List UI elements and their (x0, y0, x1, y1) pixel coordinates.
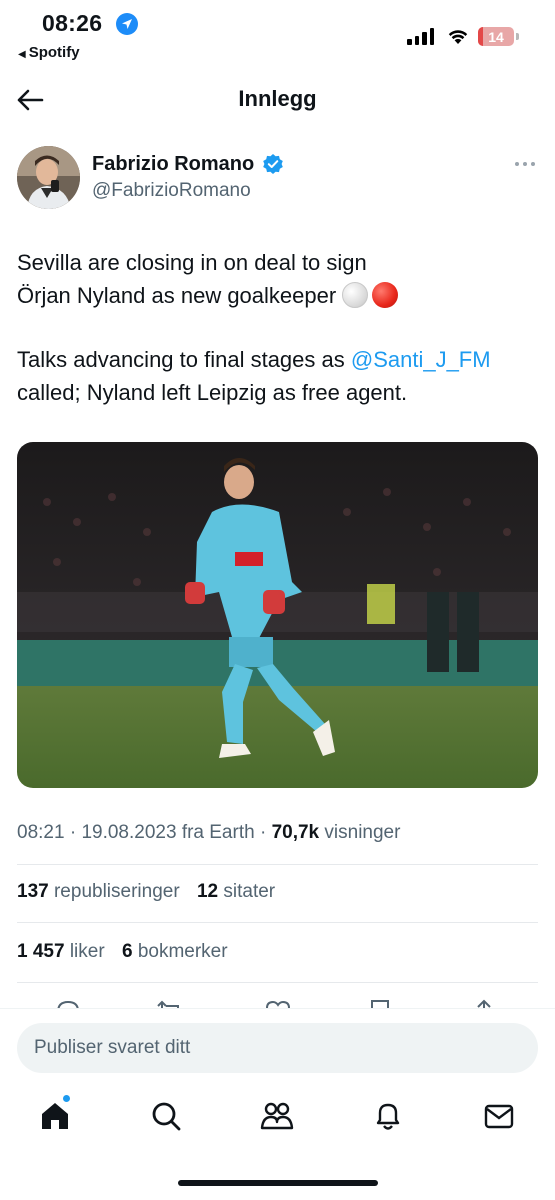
goalkeeper-photo (17, 442, 538, 788)
tab-notifications[interactable] (370, 1098, 406, 1134)
bookmarks-label: bokmerker (137, 941, 228, 962)
wifi-icon (446, 27, 470, 50)
battery-fill (478, 27, 484, 46)
reposts-count: 137 (17, 881, 49, 902)
tab-communities[interactable] (259, 1098, 295, 1134)
tweet-paragraph-2: Talks advancing to final stages as @Sant… (17, 343, 542, 409)
messages-icon (484, 1104, 514, 1129)
more-dot (515, 162, 519, 166)
tweet-line: Talks advancing to final stages as (17, 347, 351, 372)
like-stats[interactable]: 1 457 liker 6 bokmerker (17, 941, 228, 963)
avatar[interactable] (17, 146, 80, 209)
tab-home[interactable] (37, 1098, 73, 1134)
divider (17, 982, 538, 983)
more-dot (531, 162, 535, 166)
divider (17, 864, 538, 865)
search-icon (152, 1102, 181, 1131)
white-circle-emoji (342, 282, 369, 308)
battery-icon: 14 (478, 27, 514, 46)
back-to-app-link[interactable]: ◀ Spotify (18, 44, 80, 61)
author-name[interactable]: Fabrizio Romano (92, 153, 254, 176)
reply-input[interactable]: Publiser svaret ditt (17, 1023, 538, 1073)
status-time: 08:26 (42, 10, 103, 36)
header: Innlegg (0, 70, 555, 130)
tab-messages[interactable] (481, 1098, 517, 1134)
more-options-button[interactable] (510, 152, 540, 176)
divider (17, 922, 538, 923)
battery-percent: 14 (488, 28, 504, 45)
views-count: 70,7k (271, 822, 320, 843)
mention-link[interactable]: @Santi_J_FM (351, 347, 491, 372)
tweet-line: called; Nyland left Leipzig as free agen… (17, 380, 408, 405)
back-triangle-icon: ◀ (18, 49, 26, 60)
quotes-count: 12 (196, 881, 219, 902)
repost-stats[interactable]: 137 republiseringer 12 sitater (17, 881, 275, 903)
tweet-time: 08:21 (17, 822, 65, 843)
views-label: visninger (324, 822, 401, 843)
tweet-paragraph-1: Sevilla are closing in on deal to sign Ö… (17, 246, 542, 312)
tweet-source: fra Earth (181, 822, 255, 843)
tweet-line: Sevilla are closing in on deal to sign (17, 250, 367, 275)
home-icon (42, 1103, 68, 1129)
tab-search[interactable] (148, 1098, 184, 1134)
author-handle[interactable]: @FabrizioRomano (92, 180, 251, 202)
notifications-icon (376, 1103, 400, 1130)
reposts-label: republiseringer (53, 881, 180, 902)
communities-icon (260, 1102, 294, 1130)
tweet-date: 19.08.2023 (81, 822, 177, 843)
bookmarks-count: 6 (121, 941, 133, 962)
tweet-image[interactable] (17, 442, 538, 788)
tweet-text: Sevilla are closing in on deal to sign Ö… (17, 246, 542, 440)
cellular-signal-icon (407, 28, 434, 45)
red-circle-emoji (372, 282, 399, 308)
more-dot (523, 162, 527, 166)
verified-badge-icon (262, 153, 284, 180)
location-arrow-icon (116, 13, 138, 35)
battery-tip (516, 33, 519, 40)
page-title: Innlegg (238, 86, 317, 111)
tweet-line: Örjan Nyland as new goalkeeper (17, 283, 337, 308)
likes-label: liker (69, 941, 105, 962)
likes-count: 1 457 (17, 941, 65, 962)
reply-placeholder: Publiser svaret ditt (34, 1037, 191, 1058)
notification-dot (62, 1094, 71, 1103)
home-indicator[interactable] (178, 1180, 378, 1186)
quotes-label: sitater (223, 881, 276, 902)
tweet-meta: 08:21 · 19.08.2023 fra Earth · 70,7k vis… (17, 822, 401, 843)
reply-area: Publiser svaret ditt (0, 1008, 555, 1086)
status-bar: 08:26 ◀ Spotify 14 (0, 0, 555, 70)
back-app-label: Spotify (28, 44, 80, 61)
